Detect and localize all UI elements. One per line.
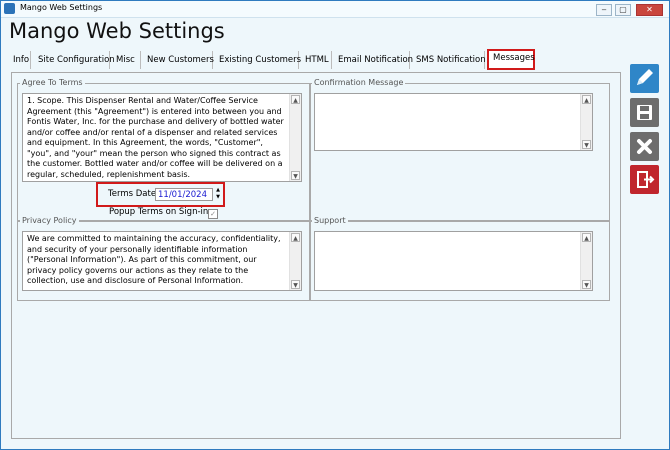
save-button[interactable] — [630, 98, 659, 127]
tab-existing-customers[interactable]: Existing Customers — [215, 51, 301, 69]
tab-sms-notification[interactable]: SMS Notification — [412, 51, 486, 69]
confirmation-textarea[interactable]: ▲ ▼ — [314, 93, 593, 151]
tab-site-configuration[interactable]: Site Configuration — [34, 51, 115, 69]
title-bar: Mango Web Settings ‒ ▢ ✕ — [1, 1, 669, 18]
tab-messages[interactable]: Messages — [487, 49, 535, 70]
support-textarea[interactable]: ▲ ▼ — [314, 231, 593, 291]
scroll-up-icon[interactable]: ▲ — [291, 233, 300, 242]
privacy-text: We are committed to maintaining the accu… — [27, 234, 281, 285]
minimize-button[interactable]: ‒ — [596, 4, 612, 16]
scroll-down-icon[interactable]: ▼ — [291, 280, 300, 289]
support-scrollbar[interactable]: ▲ ▼ — [580, 232, 592, 290]
privacy-label: Privacy Policy — [20, 216, 79, 225]
maximize-button[interactable]: ▢ — [615, 4, 631, 16]
close-icon — [637, 139, 652, 154]
support-label: Support — [312, 216, 348, 225]
page-title: Mango Web Settings — [9, 19, 225, 43]
terms-date-spinner[interactable]: ▲ ▼ — [213, 187, 223, 201]
agree-terms-scrollbar[interactable]: ▲ ▼ — [289, 94, 301, 181]
spin-down-icon[interactable]: ▼ — [213, 194, 223, 201]
pencil-icon — [637, 69, 653, 85]
tab-html[interactable]: HTML — [301, 51, 332, 69]
close-window-button[interactable]: ✕ — [636, 4, 663, 16]
tab-info[interactable]: Info — [9, 51, 31, 69]
tab-email-notification[interactable]: Email Notification — [334, 51, 413, 69]
terms-date-label: Terms Date — [108, 189, 157, 199]
exit-button[interactable] — [630, 165, 659, 194]
confirmation-scrollbar[interactable]: ▲ ▼ — [580, 94, 592, 150]
app-icon — [4, 3, 15, 14]
spin-up-icon[interactable]: ▲ — [213, 187, 223, 194]
window-title: Mango Web Settings — [20, 3, 103, 12]
cancel-button[interactable] — [630, 132, 659, 161]
confirmation-label: Confirmation Message — [312, 78, 406, 87]
scroll-down-icon[interactable]: ▼ — [291, 171, 300, 180]
tab-misc[interactable]: Misc — [112, 51, 141, 69]
popup-terms-checkbox[interactable]: ✓ — [208, 209, 218, 219]
scroll-down-icon[interactable]: ▼ — [582, 140, 591, 149]
popup-terms-label: Popup Terms on Sign-in — [109, 207, 209, 217]
agree-terms-textarea[interactable]: 1. Scope. This Dispenser Rental and Wate… — [22, 93, 302, 182]
agree-terms-text: 1. Scope. This Dispenser Rental and Wate… — [27, 96, 284, 179]
scroll-up-icon[interactable]: ▲ — [291, 95, 300, 104]
save-icon — [637, 105, 652, 120]
scroll-down-icon[interactable]: ▼ — [582, 280, 591, 289]
privacy-scrollbar[interactable]: ▲ ▼ — [289, 232, 301, 290]
tab-new-customers[interactable]: New Customers — [143, 51, 214, 69]
settings-window: Mango Web Settings ‒ ▢ ✕ Mango Web Setti… — [0, 0, 670, 450]
terms-date-input[interactable]: 11/01/2024 — [155, 188, 213, 201]
agree-terms-label: Agree To Terms — [20, 78, 85, 87]
edit-button[interactable] — [630, 64, 659, 93]
scroll-up-icon[interactable]: ▲ — [582, 95, 591, 104]
scroll-up-icon[interactable]: ▲ — [582, 233, 591, 242]
messages-panel: Agree To Terms 1. Scope. This Dispenser … — [11, 72, 621, 439]
privacy-textarea[interactable]: We are committed to maintaining the accu… — [22, 231, 302, 291]
exit-icon — [637, 171, 655, 188]
